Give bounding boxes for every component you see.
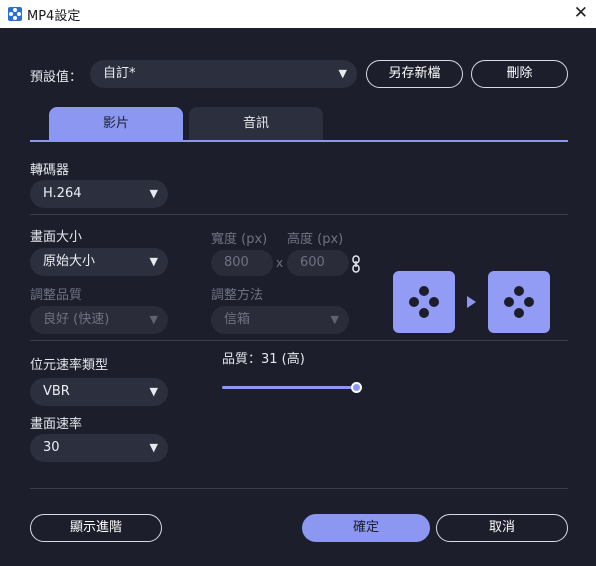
save-new-button[interactable]: 另存新檔 — [366, 60, 463, 88]
window-title: MP4設定 — [27, 9, 81, 24]
cancel-button[interactable]: 取消 — [436, 514, 568, 542]
frame-size-dropdown[interactable]: 原始大小 ▼ — [30, 248, 168, 276]
adjust-method-label: 調整方法 — [211, 288, 264, 303]
quality-label: 品質：31 (高) — [222, 352, 305, 367]
frame-rate-dropdown[interactable]: 30 ▼ — [30, 434, 168, 462]
section-divider — [30, 340, 568, 341]
chevron-down-icon: ▼ — [149, 187, 158, 200]
close-icon[interactable]: ✕ — [574, 3, 588, 23]
preview-frame-icon — [393, 271, 455, 333]
show-advanced-button[interactable]: 顯示進階 — [30, 514, 162, 542]
frame-size-label: 畫面大小 — [30, 230, 83, 245]
tab-video[interactable]: 影片 — [49, 107, 183, 141]
bitrate-value: VBR — [43, 384, 70, 399]
encoder-value: H.264 — [43, 186, 82, 201]
bitrate-dropdown[interactable]: VBR ▼ — [30, 378, 168, 406]
app-logo-icon — [8, 7, 22, 21]
chevron-down-icon: ▼ — [338, 67, 347, 80]
width-input: 800 — [211, 250, 273, 276]
section-divider — [30, 214, 568, 215]
adjust-method-value: 信箱 — [224, 312, 251, 327]
chevron-down-icon: ▼ — [149, 441, 158, 454]
chevron-down-icon: ▼ — [149, 255, 158, 268]
delete-button[interactable]: 刪除 — [471, 60, 568, 88]
quality-slider-handle[interactable] — [350, 382, 362, 393]
title-bar: MP4設定 ✕ — [0, 0, 596, 28]
frame-size-value: 原始大小 — [43, 254, 96, 269]
width-label: 寬度 (px) — [211, 232, 268, 247]
ok-button[interactable]: 確定 — [302, 514, 430, 542]
adjust-quality-value: 良好 (快速) — [43, 312, 110, 327]
preview-frame-icon — [488, 271, 550, 333]
tab-underline — [30, 140, 568, 142]
section-divider — [30, 488, 568, 489]
quality-slider-track[interactable] — [222, 386, 356, 389]
chevron-down-icon: ▼ — [149, 313, 158, 326]
preset-label: 預設值： — [30, 70, 83, 85]
link-icon[interactable] — [352, 255, 360, 273]
tab-audio[interactable]: 音訊 — [189, 107, 323, 141]
height-label: 高度 (px) — [287, 232, 344, 247]
chevron-down-icon: ▼ — [330, 313, 339, 326]
times-separator: x — [276, 256, 284, 270]
adjust-quality-label: 調整品質 — [30, 288, 83, 303]
preset-value: 自訂* — [103, 66, 136, 81]
height-input: 600 — [287, 250, 349, 276]
chevron-down-icon: ▼ — [149, 385, 158, 398]
encoder-dropdown[interactable]: H.264 ▼ — [30, 180, 168, 208]
adjust-method-dropdown: 信箱 ▼ — [211, 306, 349, 334]
adjust-quality-dropdown: 良好 (快速) ▼ — [30, 306, 168, 334]
bitrate-label: 位元速率類型 — [30, 358, 109, 373]
frame-rate-value: 30 — [43, 440, 60, 455]
arrow-right-icon — [467, 296, 476, 308]
encoder-label: 轉碼器 — [30, 163, 70, 178]
preset-dropdown[interactable]: 自訂* ▼ — [90, 60, 357, 88]
frame-rate-label: 畫面速率 — [30, 417, 83, 432]
